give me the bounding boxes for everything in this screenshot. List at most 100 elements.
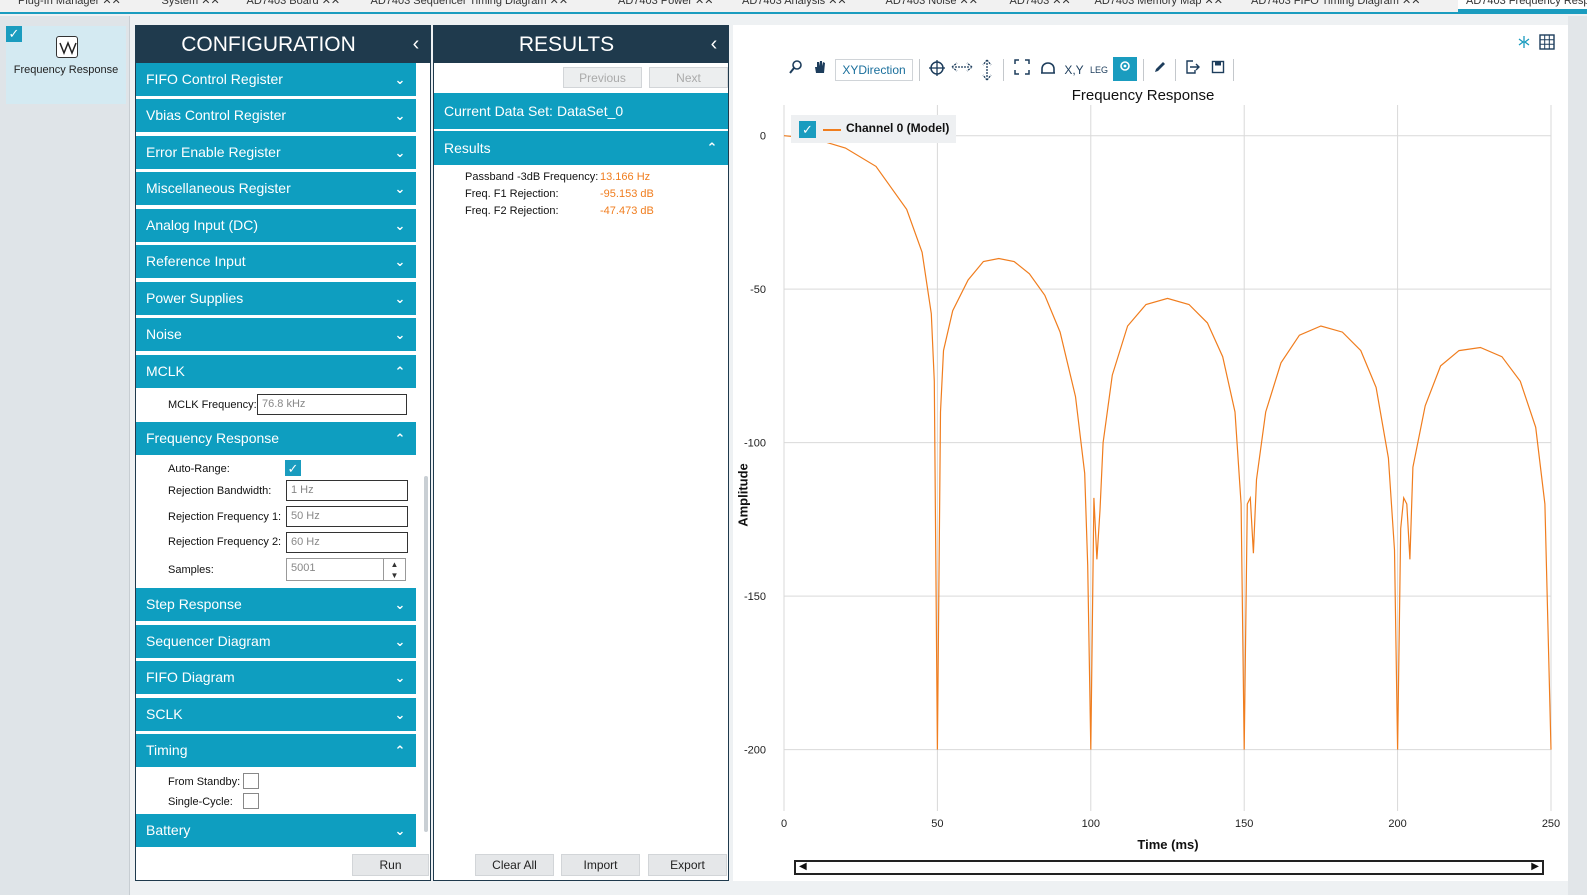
chevron-down-icon: ⌄ (394, 108, 406, 123)
document-tab[interactable]: AD7403 Sequencer Timing Diagram ✕✕ (363, 0, 577, 12)
previous-button[interactable]: Previous (563, 67, 642, 88)
section-label: Vbias Control Register (146, 107, 287, 123)
chevron-down-icon: ⌄ (394, 670, 406, 685)
rejection-frequency-1-label: Rejection Frequency 1: (168, 511, 282, 523)
single-cycle-label: Single-Cycle: (168, 796, 233, 808)
samples-input[interactable]: 5001 (286, 558, 384, 581)
single-cycle-checkbox[interactable] (243, 793, 259, 809)
section-mclk[interactable]: MCLK ⌃ (136, 355, 416, 388)
x-tick-label: 0 (781, 818, 787, 830)
section-label: Power Supplies (146, 290, 244, 306)
document-tab[interactable]: Plug-In Manager ✕✕ (10, 0, 129, 12)
chevron-down-icon: ⌄ (394, 72, 406, 87)
export-button[interactable]: Export (648, 854, 727, 876)
legend-series-checkbox[interactable]: ✓ (799, 121, 816, 138)
import-button[interactable]: Import (561, 854, 640, 876)
section-miscellaneous-register[interactable]: Miscellaneous Register ⌄ (136, 172, 416, 205)
section-analog-input-dc[interactable]: Analog Input (DC) ⌄ (136, 209, 416, 242)
y-tick-label: -50 (750, 284, 766, 296)
plugin-item-frequency-response[interactable]: ✓ Frequency Response (6, 26, 126, 104)
document-tab[interactable]: AD7403 Power ✕✕ (610, 0, 721, 12)
run-button[interactable]: Run (352, 854, 429, 876)
section-label: Reference Input (146, 253, 246, 269)
current-data-set-bar: Current Data Set: DataSet_0 (434, 93, 728, 129)
from-standby-checkbox[interactable] (243, 773, 259, 789)
plugin-strip: ✓ Frequency Response (0, 16, 130, 895)
chevron-down-icon: ⌄ (394, 823, 406, 838)
scroll-left-icon[interactable]: ◀ (799, 861, 807, 872)
auto-range-checkbox[interactable]: ✓ (285, 460, 301, 476)
document-tab[interactable]: System ✕✕ (154, 0, 228, 12)
section-frequency-response[interactable]: Frequency Response ⌃ (136, 422, 416, 455)
result-label-f1-rejection: Freq. F1 Rejection: (465, 188, 559, 200)
results-section-header[interactable]: Results ⌃ (434, 131, 728, 165)
section-step-response[interactable]: Step Response ⌄ (136, 588, 416, 621)
document-tab[interactable]: AD7403 FIFO Timing Diagram ✕✕ (1243, 0, 1428, 12)
rejection-frequency-1-input[interactable]: 50 Hz (286, 506, 408, 527)
plot-canvas[interactable]: 0 50 100 150 200 250 0 -50 -100 -150 -200 (733, 25, 1568, 865)
section-reference-input[interactable]: Reference Input ⌄ (136, 245, 416, 278)
document-tab[interactable]: AD7403 Memory Map ✕✕ (1087, 0, 1231, 12)
section-error-enable-register[interactable]: Error Enable Register ⌄ (136, 136, 416, 169)
document-tab[interactable]: AD7403 ✕✕ (1002, 0, 1079, 12)
section-label: SCLK (146, 706, 183, 722)
x-tick-label: 50 (931, 818, 943, 830)
results-title: RESULTS (518, 33, 615, 56)
current-data-set-value: DataSet_0 (557, 103, 624, 119)
section-label: Noise (146, 326, 182, 342)
section-sclk[interactable]: SCLK ⌄ (136, 698, 416, 731)
legend-series-label: Channel 0 (Model) (846, 121, 950, 135)
configuration-title: CONFIGURATION (181, 33, 356, 56)
auto-range-label: Auto-Range: (168, 463, 230, 475)
section-fifo-control-register[interactable]: FIFO Control Register ⌄ (136, 63, 416, 96)
y-tick-label: -200 (744, 745, 766, 757)
chevron-down-icon: ⌄ (394, 634, 406, 649)
section-label: FIFO Diagram (146, 669, 235, 685)
collapse-configuration-icon[interactable]: ‹ (406, 26, 426, 63)
configuration-scrollbar[interactable] (424, 476, 428, 832)
document-tab[interactable]: AD7403 Board ✕✕ (239, 0, 349, 12)
section-vbias-control-register[interactable]: Vbias Control Register ⌄ (136, 99, 416, 132)
chart-area: XYDirection X,Y LEG Frequency Response 0… (733, 25, 1568, 881)
y-tick-label: -150 (744, 591, 766, 603)
horizontal-scrollbar[interactable]: ◀ ▶ (794, 860, 1544, 875)
document-tab[interactable]: AD7403 Analysis ✕✕ (734, 0, 855, 12)
section-timing[interactable]: Timing ⌃ (136, 734, 416, 767)
samples-label: Samples: (168, 564, 214, 576)
clear-all-button[interactable]: Clear All (475, 854, 554, 876)
spin-down-icon[interactable]: ▼ (384, 570, 405, 581)
mclk-frequency-label: MCLK Frequency: (168, 399, 257, 411)
chevron-up-icon: ⌃ (394, 431, 406, 446)
section-fifo-diagram[interactable]: FIFO Diagram ⌄ (136, 661, 416, 694)
rejection-bandwidth-input[interactable]: 1 Hz (286, 480, 408, 501)
section-label: Sequencer Diagram (146, 633, 271, 649)
current-data-set-label: Current Data Set: (444, 103, 553, 119)
section-noise[interactable]: Noise ⌄ (136, 318, 416, 351)
chart-legend: ✓ Channel 0 (Model) (791, 115, 956, 143)
section-sequencer-diagram[interactable]: Sequencer Diagram ⌄ (136, 625, 416, 658)
rejection-bandwidth-label: Rejection Bandwidth: (168, 485, 272, 497)
spin-up-icon[interactable]: ▲ (384, 559, 405, 570)
samples-stepper[interactable]: ▲ ▼ (384, 558, 406, 581)
document-tab[interactable]: AD7403 Noise ✕✕ (878, 0, 986, 12)
scroll-right-icon[interactable]: ▶ (1531, 861, 1539, 872)
waveform-icon (56, 36, 78, 58)
next-button[interactable]: Next (649, 67, 728, 88)
chevron-up-icon: ⌃ (706, 140, 718, 155)
section-battery[interactable]: Battery ⌄ (136, 814, 416, 847)
result-label-passband: Passband -3dB Frequency: (465, 171, 599, 183)
section-power-supplies[interactable]: Power Supplies ⌄ (136, 282, 416, 315)
y-axis-label: Amplitude (733, 455, 755, 535)
result-value-f2-rejection: -47.473 dB (600, 205, 654, 217)
document-tab[interactable]: AD7403 Frequency Response ✕✕ (1458, 0, 1587, 12)
mclk-frequency-input[interactable]: 76.8 kHz (257, 394, 407, 415)
x-tick-label: 150 (1235, 818, 1253, 830)
plugin-checkbox[interactable]: ✓ (6, 26, 22, 42)
x-axis-label: Time (ms) (1137, 837, 1199, 852)
section-label: FIFO Control Register (146, 71, 283, 87)
rejection-frequency-2-input[interactable]: 60 Hz (286, 532, 408, 553)
collapse-results-icon[interactable]: ‹ (704, 26, 724, 63)
section-label: Analog Input (DC) (146, 217, 259, 233)
x-tick-label: 200 (1388, 818, 1406, 830)
section-label: Battery (146, 822, 191, 838)
